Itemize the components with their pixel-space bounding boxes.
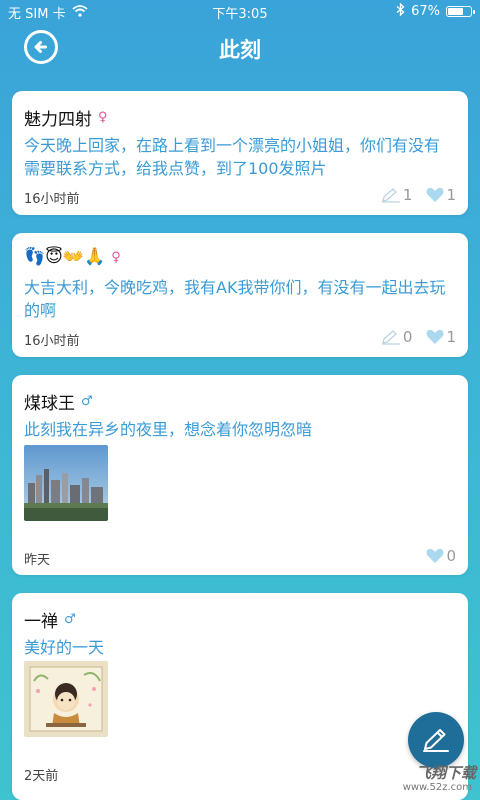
pencil-outline-icon xyxy=(381,188,400,203)
pencil-icon xyxy=(423,729,449,752)
post-username[interactable]: 煤球王 xyxy=(24,389,75,414)
page-title: 此刻 xyxy=(219,38,261,62)
post-content[interactable]: 美好的一天 xyxy=(24,636,454,659)
like-count: 1 xyxy=(446,328,456,346)
male-icon: ♂ xyxy=(81,394,93,409)
like-count: 1 xyxy=(446,186,456,204)
post-time: 16小时前 xyxy=(24,192,80,207)
post-image-cartoon[interactable] xyxy=(24,661,108,737)
comment-button[interactable]: 1 xyxy=(381,186,413,204)
post-time: 16小时前 xyxy=(24,334,80,349)
male-icon: ♂ xyxy=(64,612,76,627)
post-image-city[interactable] xyxy=(24,445,108,521)
heart-icon xyxy=(427,548,444,563)
post-content[interactable]: 此刻我在异乡的夜里，想念着你忽明忽暗 xyxy=(24,418,454,441)
female-icon: ♀ xyxy=(111,249,121,265)
battery-percent: 67% xyxy=(411,4,440,19)
post-card[interactable]: 魅力四射 ♀ 今天晚上回家，在路上看到一个漂亮的小姐姐，你们有没有需要联系方式，… xyxy=(12,91,468,215)
like-button[interactable]: 1 xyxy=(426,186,456,204)
status-bar: 无 SIM 卡 下午3:05 67% xyxy=(0,0,480,22)
comment-button[interactable]: 0 xyxy=(381,328,413,346)
battery-level xyxy=(448,8,463,15)
post-username[interactable]: 👣😇👐🙏 xyxy=(24,247,105,267)
female-icon: ♀ xyxy=(98,110,108,125)
post-content[interactable]: 今天晚上回家，在路上看到一个漂亮的小姐姐，你们有没有需要联系方式，给我点赞，到了… xyxy=(24,134,454,180)
like-button[interactable]: 1 xyxy=(426,328,456,346)
heart-icon xyxy=(427,187,444,202)
post-time: 昨天 xyxy=(24,553,51,568)
post-card[interactable]: 煤球王 ♂ 此刻我在异乡的夜里，想念着你忽明忽暗 昨天 0 xyxy=(12,375,468,575)
heart-icon xyxy=(427,329,444,344)
post-time: 2天前 xyxy=(24,769,59,784)
pencil-outline-icon xyxy=(381,330,400,345)
battery-icon xyxy=(446,6,475,17)
bluetooth-icon xyxy=(396,2,405,20)
post-card[interactable]: 👣😇👐🙏 ♀ 大吉大利，今晚吃鸡，我有AK我带你们，有没有一起出去玩的啊 16小… xyxy=(12,233,468,357)
compose-button[interactable] xyxy=(408,712,464,768)
comment-count: 0 xyxy=(402,328,413,346)
watermark-brand: 飞翔下载 xyxy=(415,764,476,782)
post-content[interactable]: 大吉大利，今晚吃鸡，我有AK我带你们，有没有一起出去玩的啊 xyxy=(24,276,454,322)
post-username[interactable]: 魅力四射 xyxy=(24,105,92,130)
like-count: 0 xyxy=(446,547,456,565)
navbar: 此刻 xyxy=(0,22,480,72)
watermark-site: www.52z.com xyxy=(402,782,472,793)
post-username[interactable]: 一禅 xyxy=(24,607,58,632)
like-button[interactable]: 0 xyxy=(426,547,456,565)
comment-count: 1 xyxy=(402,186,413,204)
